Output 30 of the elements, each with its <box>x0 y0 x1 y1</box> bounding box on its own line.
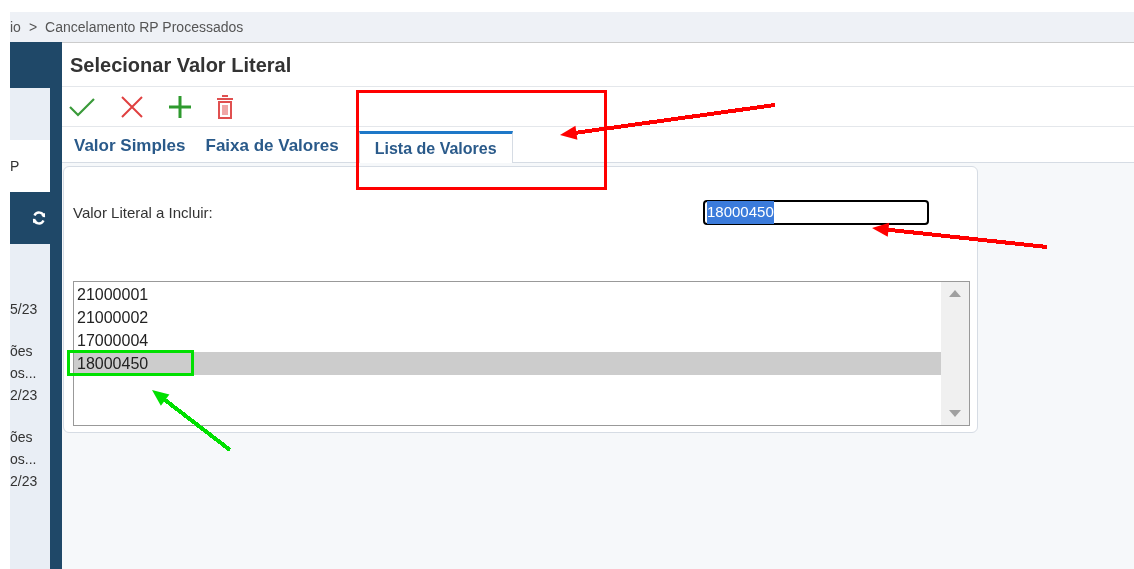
tab[interactable]: Lista de Valores <box>358 131 513 163</box>
scrollbar[interactable] <box>941 282 969 425</box>
dialog-title: Selecionar Valor Literal <box>70 52 292 78</box>
sidebar-text: 5/23 <box>10 300 39 319</box>
sidebar-text: ões <box>10 342 34 361</box>
list-item[interactable]: 17000004 <box>74 329 941 352</box>
breadcrumb-link[interactable]: io <box>10 16 21 38</box>
scroll-down-icon[interactable] <box>949 410 961 417</box>
sidebar-text: ões <box>10 428 34 447</box>
close-icon[interactable] <box>120 94 144 119</box>
list-item[interactable]: 21000002 <box>74 306 941 329</box>
sidebar-text: 2/23 <box>10 472 39 491</box>
sidebar-text: 2/23 <box>10 386 39 405</box>
sidebar-panel <box>10 88 50 140</box>
sidebar-text: os... <box>10 450 38 469</box>
plus-icon[interactable] <box>168 94 192 119</box>
tab[interactable]: Faixa de Valores <box>205 130 339 162</box>
breadcrumb-separator: > <box>28 17 38 37</box>
sidebar-item[interactable]: P <box>10 140 50 192</box>
sidebar-text: os... <box>10 364 38 383</box>
tab[interactable]: Valor Simples <box>74 130 186 162</box>
list-item[interactable]: 18000450 <box>74 352 941 375</box>
breadcrumb-title: Cancelamento RP Processados <box>45 17 244 37</box>
refresh-icon[interactable] <box>32 211 46 225</box>
field-label: Valor Literal a Incluir: <box>73 203 213 223</box>
check-icon[interactable] <box>68 95 96 118</box>
list-item[interactable]: 21000001 <box>74 283 941 306</box>
input-field[interactable]: 18000450 <box>703 200 929 225</box>
trash-icon[interactable] <box>216 94 234 119</box>
scroll-up-icon[interactable] <box>949 290 961 297</box>
